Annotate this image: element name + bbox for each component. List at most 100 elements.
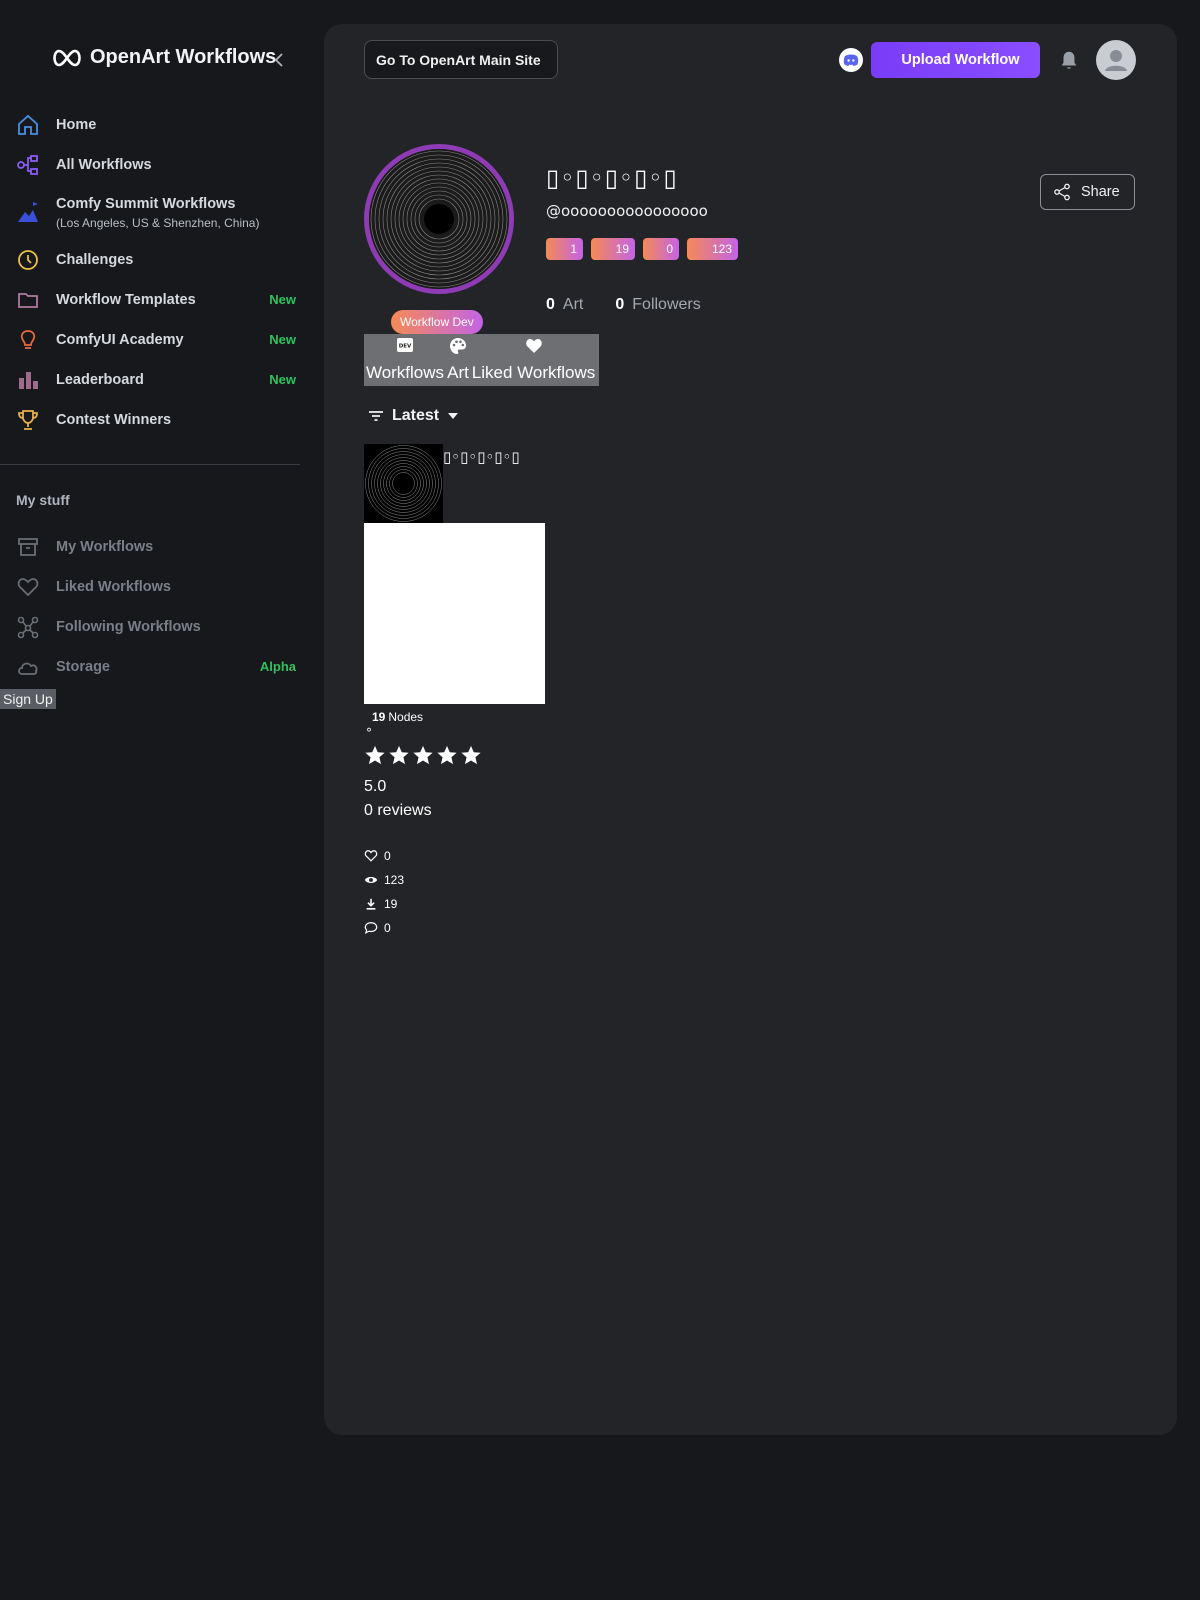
bell-icon[interactable] — [1058, 49, 1080, 71]
card-title[interactable]: ▯◦▯◦▯◦▯◦▯ — [443, 448, 520, 466]
reviews-count: 0 reviews — [364, 802, 432, 819]
sidebar-item-following-workflows[interactable]: Following Workflows — [16, 615, 296, 639]
sidebar-item-all-workflows[interactable]: All Workflows — [16, 153, 296, 177]
sidebar-item-label: All Workflows — [56, 157, 152, 173]
user-icon — [1105, 50, 1127, 71]
sidebar-item-label: My Workflows — [56, 539, 154, 555]
tab-label: Liked Workflows — [471, 363, 596, 382]
card-thumbnail — [364, 444, 443, 523]
sidebar-item-comfy-summit[interactable]: Comfy Summit Workflows (Los Angeles, US … — [16, 192, 296, 230]
sidebar-item-storage[interactable]: Storage Alpha — [16, 655, 296, 679]
sidebar-item-label: Comfy Summit Workflows — [56, 196, 236, 212]
sign-up-button[interactable]: Sign Up — [0, 689, 56, 709]
rating-value: 5.0 — [364, 778, 387, 795]
new-badge: New — [269, 292, 296, 307]
art-count[interactable]: 0 Art — [546, 296, 583, 314]
sidebar-item-liked-workflows[interactable]: Liked Workflows — [16, 575, 296, 599]
brand[interactable]: OpenArt Workflows — [50, 46, 276, 69]
sidebar-item-label: ComfyUI Academy — [56, 332, 184, 348]
star-icon — [413, 745, 433, 765]
star-icon — [365, 745, 385, 765]
views-count: 123 — [384, 873, 405, 887]
profile-name: ▯◦▯◦▯◦▯◦▯ — [546, 164, 678, 192]
discord-icon[interactable] — [839, 48, 863, 72]
sidebar-item-workflow-templates[interactable]: Workflow Templates New — [16, 288, 296, 312]
stat-pill: 1 — [546, 238, 583, 260]
sidebar-item-label: Contest Winners — [56, 412, 172, 428]
chevron-left-icon[interactable] — [272, 50, 286, 70]
profile-counts: 0 Art 0 Followers — [546, 296, 701, 314]
home-icon — [18, 114, 38, 135]
my-stuff-heading: My stuff — [16, 492, 70, 508]
likes-count: 0 — [384, 849, 391, 863]
folder-icon — [18, 293, 38, 308]
upload-workflow-button[interactable]: Upload Workflow — [871, 42, 1040, 78]
nodes-label: Nodes — [388, 710, 424, 724]
stat-pill: 123 — [687, 238, 738, 260]
tab-workflows[interactable]: DEV Workflows — [364, 334, 446, 386]
alpha-badge: Alpha — [259, 659, 296, 674]
heart-icon — [525, 339, 542, 353]
sidebar-item-home[interactable]: Home — [16, 113, 296, 137]
main-site-button[interactable]: Go To OpenArt Main Site — [364, 40, 558, 79]
clock-icon — [18, 250, 38, 270]
sidebar-item-leaderboard[interactable]: Leaderboard New — [16, 368, 296, 392]
sidebar-item-label: Home — [56, 117, 97, 133]
archive-icon — [18, 538, 38, 556]
share-button[interactable]: Share — [1040, 174, 1135, 210]
infinity-logo-icon — [53, 49, 81, 66]
profile-avatar — [364, 144, 514, 294]
tab-liked-workflows[interactable]: Liked Workflows — [470, 334, 597, 386]
sidebar-item-label: Liked Workflows — [56, 579, 171, 595]
lightbulb-icon — [20, 330, 36, 349]
card-nodes: 19 Nodes — [372, 710, 423, 724]
sort-label: Latest — [392, 407, 440, 424]
sidebar-divider — [0, 464, 300, 465]
profile-tabs: DEV Workflows Art Liked Workflows — [364, 334, 599, 386]
sidebar-item-contest-winners[interactable]: Contest Winners — [16, 408, 296, 432]
share-icon — [1054, 183, 1070, 201]
views-metric: 123 — [364, 873, 404, 887]
card-degree: ° — [366, 726, 372, 740]
main-panel: Go To OpenArt Main Site Upload Workflow … — [324, 24, 1177, 1435]
star-icon — [389, 745, 409, 765]
heart-outline-icon — [364, 850, 378, 862]
eye-icon — [364, 877, 378, 883]
sidebar-item-label: Challenges — [56, 252, 134, 268]
sidebar-item-my-workflows[interactable]: My Workflows — [16, 535, 296, 559]
stats-pills: 1 19 0 123 — [546, 238, 738, 260]
user-avatar[interactable] — [1096, 40, 1136, 80]
sidebar-item-label: Storage — [56, 659, 110, 675]
new-badge: New — [269, 332, 296, 347]
stat-pill: 19 — [591, 238, 635, 260]
sidebar-item-sublabel: (Los Angeles, US & Shenzhen, China) — [56, 216, 260, 230]
comments-count: 0 — [384, 921, 391, 935]
sidebar-item-comfyui-academy[interactable]: ComfyUI Academy New — [16, 328, 296, 352]
caret-down-icon — [448, 413, 459, 419]
followers-count-label: Followers — [632, 296, 701, 313]
share-label: Share — [1081, 184, 1120, 200]
card-image — [364, 523, 545, 704]
comments-metric[interactable]: 0 — [364, 921, 391, 935]
download-icon — [366, 898, 376, 910]
profile-handle: @oooooooooooooooo — [546, 202, 708, 220]
followers-count[interactable]: 0 Followers — [615, 296, 700, 314]
sort-dropdown[interactable]: Latest — [368, 407, 459, 425]
star-rating — [364, 744, 482, 766]
sidebar: OpenArt Workflows Home All Workflows Com… — [0, 0, 300, 1600]
workflow-icon — [17, 155, 38, 175]
spiral-thumbnail-image — [364, 444, 443, 523]
sidebar-item-challenges[interactable]: Challenges — [16, 248, 296, 272]
art-count-value: 0 — [546, 296, 555, 313]
spiral-avatar-image — [369, 149, 509, 289]
star-icon — [461, 745, 481, 765]
heart-icon — [17, 578, 39, 597]
art-count-label: Art — [562, 296, 584, 313]
followers-count-value: 0 — [615, 296, 625, 313]
dev-icon: DEV — [397, 338, 413, 352]
downloads-count: 19 — [384, 897, 398, 911]
star-icon — [437, 745, 457, 765]
likes-metric[interactable]: 0 — [364, 849, 391, 863]
tab-art[interactable]: Art — [446, 334, 470, 386]
tab-label: Art — [447, 363, 469, 382]
